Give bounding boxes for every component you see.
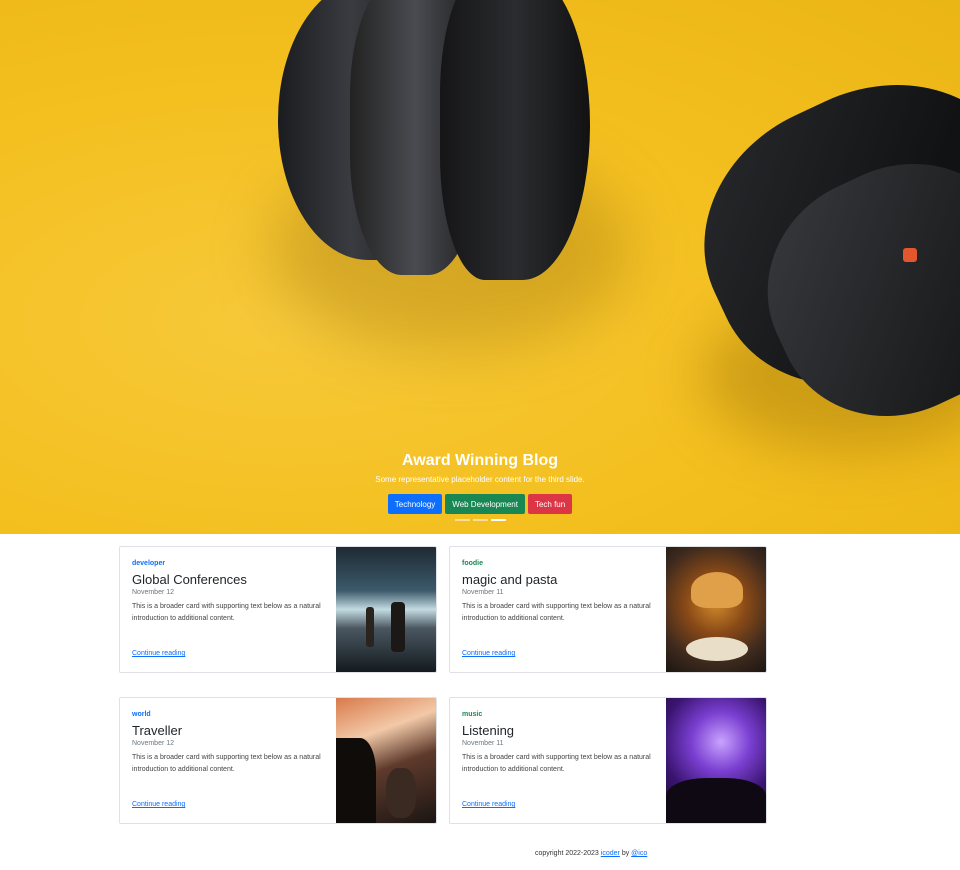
card-thumbnail (336, 547, 436, 672)
headphone-pad-left (440, 0, 590, 280)
hero-carousel[interactable]: Award Winning Blog Some representative p… (0, 0, 960, 534)
card-text: This is a broader card with supporting t… (462, 754, 651, 773)
card-date: November 12 (132, 589, 175, 596)
card-category: foodie (462, 560, 483, 567)
card-title: Global Conferences (132, 572, 247, 587)
post-card-music: music Listening November 11 This is a br… (449, 697, 767, 824)
technology-button[interactable]: Technology (387, 494, 443, 514)
card-date: November 11 (462, 740, 504, 747)
footer-by: by (621, 850, 630, 857)
card-date: November 12 (132, 740, 175, 747)
card-date: November 11 (462, 589, 504, 596)
carousel-indicator-1[interactable] (454, 519, 470, 521)
hero-subtitle: Some representative placeholder content … (375, 475, 585, 484)
card-thumbnail (666, 547, 766, 672)
carousel-indicator-3[interactable] (490, 519, 506, 521)
card-title: Traveller (132, 723, 183, 738)
card-title: magic and pasta (462, 572, 558, 587)
post-card-foodie: foodie magic and pasta November 11 This … (449, 546, 767, 673)
post-card-developer: developer Global Conferences November 12… (119, 546, 437, 673)
continue-reading-link[interactable]: Continue reading (132, 801, 185, 808)
headphone-button (903, 248, 917, 262)
hero-title: Award Winning Blog (402, 452, 558, 469)
carousel-indicators (0, 519, 960, 521)
card-text: This is a broader card with supporting t… (132, 603, 321, 622)
hero-button-group: Technology Web Development Tech fun (0, 494, 960, 514)
card-category: music (462, 711, 483, 718)
continue-reading-link[interactable]: Continue reading (462, 801, 515, 808)
card-thumbnail (666, 698, 766, 823)
tech-fun-button[interactable]: Tech fun (527, 494, 573, 514)
footer-copyright: copyright 2022-2023 (535, 850, 599, 857)
footer-author-link[interactable]: @ico (631, 850, 647, 857)
web-development-button[interactable]: Web Development (445, 494, 525, 514)
footer-site-link[interactable]: icoder (601, 850, 620, 857)
carousel-indicator-2[interactable] (472, 519, 488, 521)
footer: copyright 2022-2023 icoder by @ico (535, 850, 647, 857)
card-thumbnail (336, 698, 436, 823)
card-category: developer (132, 560, 166, 567)
post-card-world: world Traveller November 12 This is a br… (119, 697, 437, 824)
card-text: This is a broader card with supporting t… (462, 603, 651, 622)
continue-reading-link[interactable]: Continue reading (132, 650, 185, 657)
card-title: Listening (462, 723, 515, 738)
card-category: world (132, 711, 151, 718)
continue-reading-link[interactable]: Continue reading (462, 650, 515, 657)
card-text: This is a broader card with supporting t… (132, 754, 321, 773)
